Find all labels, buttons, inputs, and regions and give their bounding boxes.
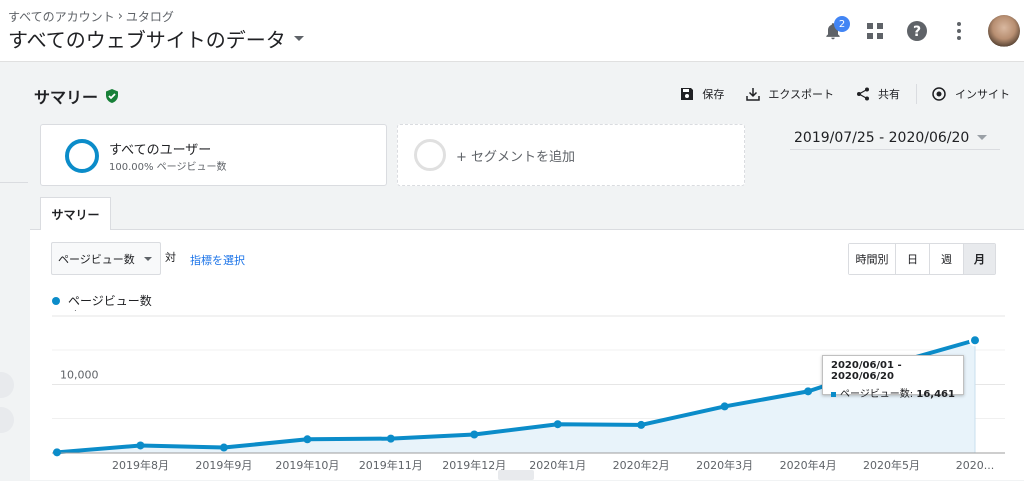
empty-segment-ring-icon: [414, 139, 446, 171]
segment-card-all-users[interactable]: すべてのユーザー 100.00% ページビュー数: [40, 124, 387, 186]
data-point[interactable]: [470, 430, 479, 439]
property-selector[interactable]: すべてのウェブサイトのデータ: [8, 24, 304, 53]
save-label: 保存: [702, 88, 725, 101]
caret-down-icon: [144, 257, 152, 261]
save-icon: [681, 88, 694, 100]
report-title-text: サマリー: [34, 88, 99, 107]
y-tick-label: 20,000: [60, 310, 99, 313]
more-button[interactable]: [938, 10, 980, 52]
notification-badge: 2: [834, 16, 850, 32]
grid-icon: [867, 23, 883, 39]
x-tick-label: 2019年11月: [359, 458, 423, 472]
insights-icon: [932, 87, 946, 101]
versus-label: 対: [165, 251, 176, 264]
segment-name: すべてのユーザー: [109, 143, 212, 158]
tooltip-series-swatch: [831, 391, 836, 397]
x-tick-label: 2019年12月: [442, 458, 506, 472]
share-icon: [857, 87, 869, 101]
download-icon: [746, 88, 761, 101]
metric-select[interactable]: ページビュー数: [51, 242, 161, 275]
help-button[interactable]: ?: [896, 10, 938, 52]
caret-down-icon: [977, 135, 988, 140]
chart-legend: ページビュー数: [52, 292, 152, 309]
x-tick-label: 2020年3月: [696, 458, 753, 472]
data-point[interactable]: [219, 443, 228, 452]
choose-metric-link[interactable]: 指標を選択: [190, 252, 245, 268]
granularity-day-button[interactable]: 日: [895, 244, 929, 274]
sidebar-toggle-icon[interactable]: [0, 407, 14, 433]
breadcrumb: すべてのアカウント › ユタログ: [8, 8, 174, 25]
tab-summary[interactable]: サマリー: [40, 197, 111, 230]
verified-shield-icon: [106, 89, 119, 103]
report-title: サマリー: [34, 84, 120, 108]
property-title: すべてのウェブサイトのデータ: [8, 28, 286, 52]
tooltip-date-range: 2020/06/01 - 2020/06/20: [831, 360, 902, 382]
data-point[interactable]: [637, 420, 646, 429]
export-button[interactable]: エクスポート: [746, 86, 834, 102]
tooltip-label: ページビュー数:: [840, 389, 914, 400]
legend-dot: [52, 296, 60, 305]
granularity-week-button[interactable]: 週: [929, 244, 963, 274]
report-actions: 保存 エクスポート 共有 インサイト: [658, 84, 1010, 104]
add-segment-label: + セグメントを追加: [456, 150, 576, 165]
tooltip-value-row: ページビュー数: 16,461: [831, 385, 955, 400]
data-point[interactable]: [303, 435, 312, 444]
data-point[interactable]: [804, 387, 813, 396]
x-tick-label: 2019年8月: [112, 458, 169, 472]
data-point[interactable]: [969, 334, 981, 347]
help-icon: ?: [907, 21, 927, 41]
tooltip-value: 16,461: [916, 389, 955, 400]
data-point[interactable]: [553, 420, 562, 429]
segment-ring-icon: [65, 139, 99, 173]
save-button[interactable]: 保存: [680, 86, 724, 102]
x-tick-label: 2020年4月: [780, 458, 837, 472]
export-label: エクスポート: [768, 88, 834, 101]
granularity-toggle: 時間別 日 週 月: [848, 243, 996, 275]
top-header: すべてのアカウント › ユタログ すべてのウェブサイトのデータ 2 ?: [0, 0, 1024, 62]
x-tick-label: 2020年1月: [529, 458, 586, 472]
data-point[interactable]: [720, 402, 729, 411]
x-tick-label: 2020年2月: [613, 458, 670, 472]
share-button[interactable]: 共有: [856, 86, 900, 102]
granularity-month-button[interactable]: 月: [963, 244, 995, 274]
y-tick-label: 10,000: [60, 369, 99, 382]
breadcrumb-accounts[interactable]: すべてのアカウント: [8, 8, 115, 25]
chart-tooltip: 2020/06/01 - 2020/06/20 ページビュー数: 16,461: [822, 355, 964, 400]
data-point[interactable]: [53, 448, 61, 457]
left-sidebar-strip: [0, 62, 30, 480]
apps-button[interactable]: [854, 10, 896, 52]
breadcrumb-separator: ›: [117, 9, 123, 24]
date-range-picker[interactable]: 2019/07/25 - 2020/06/20: [790, 126, 1000, 150]
date-range-text: 2019/07/25 - 2020/06/20: [794, 129, 970, 146]
insight-label: インサイト: [955, 88, 1010, 101]
data-point[interactable]: [386, 434, 395, 443]
data-point[interactable]: [136, 441, 145, 450]
legend-label: ページビュー数: [68, 294, 152, 308]
insight-button[interactable]: インサイト: [931, 86, 1010, 102]
x-tick-label: 2020年5月: [863, 458, 920, 472]
segment-subtext: 100.00% ページビュー数: [109, 162, 227, 173]
metric-select-value: ページビュー数: [58, 252, 135, 266]
more-vert-icon: [957, 22, 961, 40]
scroll-handle[interactable]: [498, 470, 534, 480]
breadcrumb-account[interactable]: ユタログ: [126, 8, 174, 25]
report-header: サマリー 保存 エクスポート 共有 インサイト: [30, 62, 1024, 124]
svg-text:?: ?: [913, 24, 921, 40]
tab-summary-label: サマリー: [51, 207, 100, 222]
actions-divider: [916, 84, 917, 104]
x-tick-label: 2020...: [956, 459, 994, 472]
x-tick-label: 2019年10月: [275, 458, 339, 472]
x-tick-label: 2019年9月: [195, 458, 252, 472]
add-segment-card[interactable]: + セグメントを追加: [397, 124, 745, 186]
caret-down-icon: [293, 36, 304, 41]
top-icons: 2 ?: [812, 0, 1024, 62]
granularity-hourly-button[interactable]: 時間別: [849, 244, 895, 274]
avatar[interactable]: [988, 15, 1020, 47]
notification-button[interactable]: 2: [812, 10, 854, 52]
sidebar-divider: [0, 182, 28, 183]
share-label: 共有: [878, 88, 900, 101]
sidebar-toggle-icon[interactable]: [0, 372, 14, 398]
